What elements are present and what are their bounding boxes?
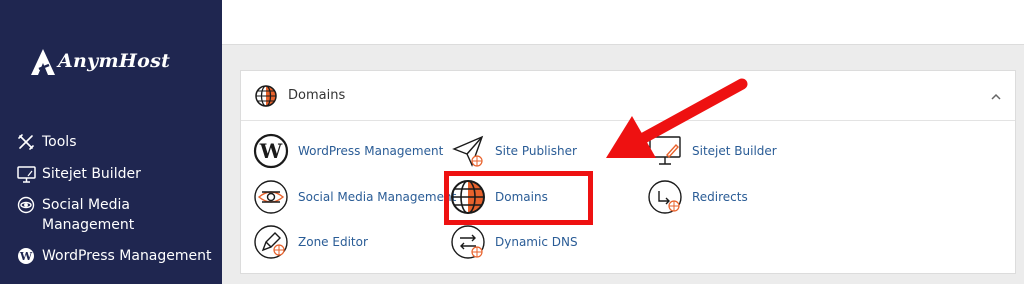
arrow-annotation-icon (606, 78, 748, 158)
